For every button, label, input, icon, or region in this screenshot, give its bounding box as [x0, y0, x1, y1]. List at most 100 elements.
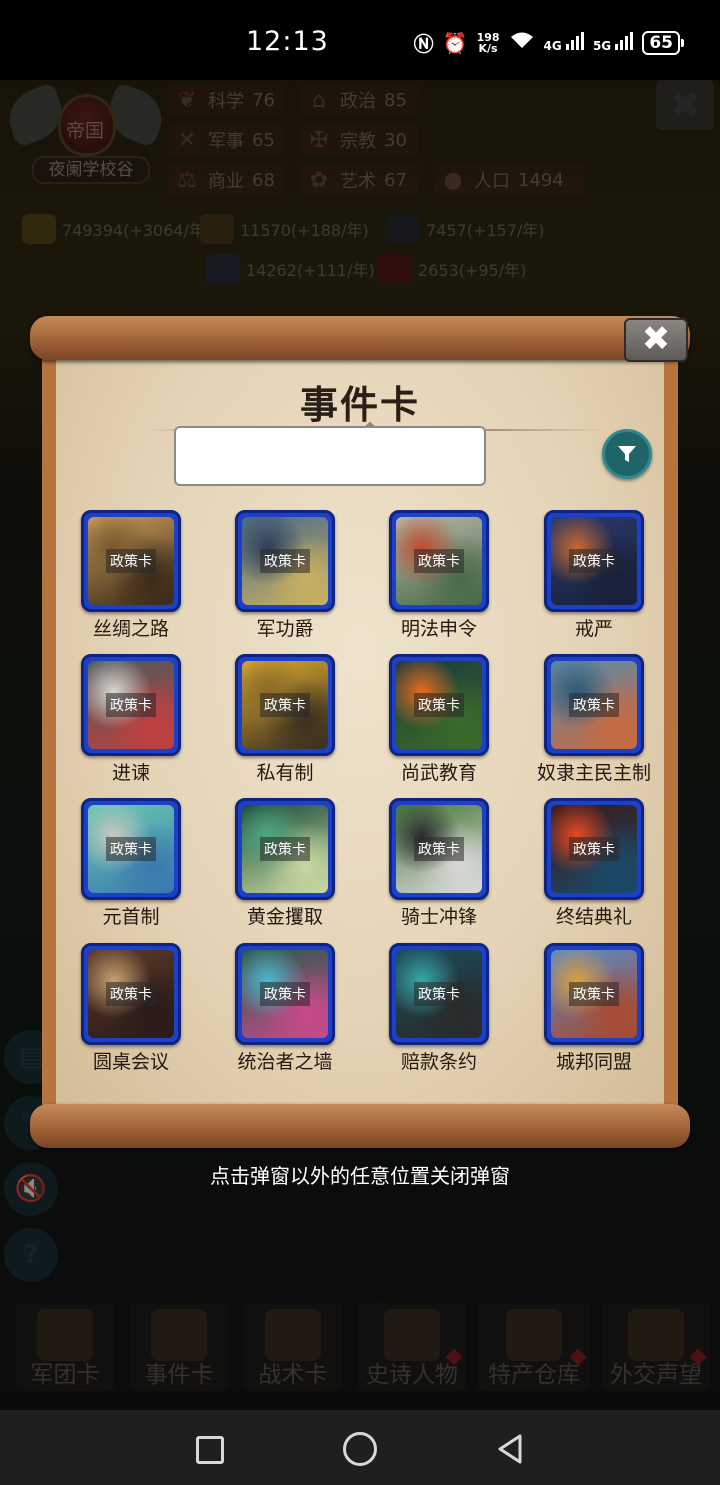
- event-card[interactable]: 政策卡 军功爵: [230, 510, 340, 648]
- nfc-icon: Ⓝ: [413, 32, 434, 56]
- event-card[interactable]: 政策卡 戒严: [539, 510, 649, 648]
- event-card-dialog: 事件卡 政策卡 丝绸之路 政策卡 军功爵 政策卡 明法申令 政策卡 戒严 政策卡 进谏 政策卡 私有制…: [30, 316, 690, 1148]
- card-name: 城邦同盟: [555, 1051, 632, 1073]
- card-artwork: 政策卡: [551, 950, 637, 1038]
- network-speed: 198 K/s: [477, 32, 500, 54]
- card-artwork: 政策卡: [88, 517, 174, 605]
- clock: 12:13: [246, 26, 329, 57]
- home-button[interactable]: [343, 1432, 377, 1466]
- policy-card-tag: 政策卡: [414, 693, 464, 717]
- card-artwork: 政策卡: [396, 661, 482, 749]
- policy-card-tag: 政策卡: [414, 982, 464, 1006]
- event-card[interactable]: 政策卡 尚武教育: [384, 654, 494, 792]
- card-name: 明法申令: [400, 618, 477, 640]
- event-card[interactable]: 政策卡 奴隶主民主制: [537, 654, 651, 792]
- card-frame: 政策卡: [81, 943, 181, 1045]
- card-frame: 政策卡: [235, 798, 335, 900]
- network-1-label: 4G: [543, 39, 562, 53]
- card-artwork: 政策卡: [551, 517, 637, 605]
- status-icons: Ⓝ ⏰ 198 K/s 4G 5G 65: [413, 28, 684, 57]
- card-artwork: 政策卡: [242, 805, 328, 893]
- dialog-title: 事件卡: [299, 383, 420, 427]
- card-name: 军功爵: [256, 618, 314, 640]
- card-frame: 政策卡: [235, 654, 335, 756]
- event-card[interactable]: 政策卡 元首制: [76, 798, 186, 936]
- card-artwork: 政策卡: [396, 517, 482, 605]
- scroll-roll-bottom: [30, 1104, 690, 1148]
- policy-card-tag: 政策卡: [106, 982, 156, 1006]
- dialog-paper: 事件卡 政策卡 丝绸之路 政策卡 军功爵 政策卡 明法申令 政策卡 戒严 政策卡 进谏 政策卡 私有制…: [42, 338, 678, 1126]
- card-frame: 政策卡: [235, 510, 335, 612]
- card-artwork: 政策卡: [551, 805, 637, 893]
- policy-card-tag: 政策卡: [569, 837, 619, 861]
- policy-card-tag: 政策卡: [260, 549, 310, 573]
- close-button[interactable]: ✖: [624, 318, 688, 362]
- card-frame: 政策卡: [81, 798, 181, 900]
- card-frame: 政策卡: [389, 943, 489, 1045]
- card-frame: 政策卡: [81, 510, 181, 612]
- card-frame: 政策卡: [389, 510, 489, 612]
- alarm-icon: ⏰: [442, 30, 468, 55]
- policy-card-tag: 政策卡: [569, 982, 619, 1006]
- card-name: 私有制: [256, 762, 314, 784]
- policy-card-tag: 政策卡: [260, 982, 310, 1006]
- card-artwork: 政策卡: [396, 805, 482, 893]
- signal-4g-icon: 4G: [544, 32, 584, 53]
- back-icon: [498, 1434, 522, 1464]
- event-card[interactable]: 政策卡 私有制: [230, 654, 340, 792]
- card-name: 元首制: [102, 906, 160, 928]
- wifi-icon: [509, 30, 535, 55]
- policy-card-tag: 政策卡: [569, 549, 619, 573]
- event-card[interactable]: 政策卡 圆桌会议: [76, 943, 186, 1081]
- event-card[interactable]: 政策卡 进谏: [76, 654, 186, 792]
- policy-card-tag: 政策卡: [106, 837, 156, 861]
- close-hint: 点击弹窗以外的任意位置关闭弹窗: [210, 1164, 510, 1188]
- signal-5g-icon: 5G: [592, 32, 634, 53]
- card-name: 戒严: [574, 618, 613, 640]
- card-name: 尚武教育: [400, 762, 477, 784]
- card-artwork: 政策卡: [242, 517, 328, 605]
- policy-card-tag: 政策卡: [106, 549, 156, 573]
- card-artwork: 政策卡: [551, 661, 637, 749]
- card-name: 奴隶主民主制: [536, 762, 651, 784]
- policy-card-tag: 政策卡: [414, 549, 464, 573]
- speed-unit: K/s: [478, 41, 498, 55]
- policy-card-tag: 政策卡: [414, 837, 464, 861]
- card-name: 统治者之墙: [237, 1051, 333, 1073]
- policy-card-tag: 政策卡: [569, 693, 619, 717]
- back-button[interactable]: [494, 1432, 528, 1466]
- card-frame: 政策卡: [544, 798, 644, 900]
- event-card[interactable]: 政策卡 黄金攫取: [230, 798, 340, 936]
- event-card[interactable]: 政策卡 统治者之墙: [230, 943, 340, 1081]
- system-nav-bar: [0, 1410, 720, 1485]
- card-frame: 政策卡: [389, 798, 489, 900]
- event-card[interactable]: 政策卡 赔款条约: [384, 943, 494, 1081]
- search-input[interactable]: [174, 426, 486, 486]
- card-frame: 政策卡: [81, 654, 181, 756]
- filter-icon: [618, 446, 636, 462]
- card-frame: 政策卡: [235, 943, 335, 1045]
- card-name: 骑士冲锋: [400, 906, 477, 928]
- filter-button[interactable]: [602, 429, 652, 479]
- card-name: 丝绸之路: [92, 618, 169, 640]
- card-artwork: 政策卡: [88, 661, 174, 749]
- card-frame: 政策卡: [389, 654, 489, 756]
- card-artwork: 政策卡: [88, 805, 174, 893]
- scroll-roll-top: [30, 316, 690, 360]
- policy-card-tag: 政策卡: [260, 693, 310, 717]
- event-card[interactable]: 政策卡 终结典礼: [539, 798, 649, 936]
- network-2-label: 5G: [592, 39, 612, 53]
- card-name: 进谏: [111, 762, 150, 784]
- event-card[interactable]: 政策卡 城邦同盟: [539, 943, 649, 1081]
- card-artwork: 政策卡: [88, 950, 174, 1038]
- battery-indicator: 65: [642, 30, 684, 55]
- card-frame: 政策卡: [544, 943, 644, 1045]
- card-artwork: 政策卡: [396, 950, 482, 1038]
- event-card[interactable]: 政策卡 丝绸之路: [76, 510, 186, 648]
- card-frame: 政策卡: [544, 654, 644, 756]
- policy-card-tag: 政策卡: [106, 693, 156, 717]
- card-name: 赔款条约: [400, 1051, 477, 1073]
- event-card[interactable]: 政策卡 骑士冲锋: [384, 798, 494, 936]
- recents-button[interactable]: [196, 1436, 224, 1464]
- event-card[interactable]: 政策卡 明法申令: [384, 510, 494, 648]
